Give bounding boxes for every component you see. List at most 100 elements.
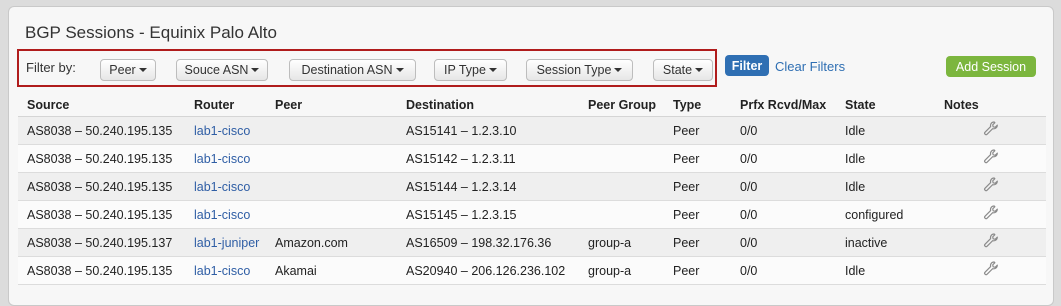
- column-header-peer[interactable]: Peer: [266, 94, 397, 117]
- cell-prefixes: 0/0: [731, 172, 836, 201]
- peer-filter-label: Peer: [109, 63, 136, 77]
- ip-type-filter-label: IP Type: [444, 63, 486, 77]
- state-filter-label: State: [662, 63, 693, 77]
- router-link[interactable]: lab1-cisco: [194, 180, 250, 194]
- cell-router: lab1-juniper: [185, 228, 266, 257]
- cell-state: inactive: [836, 228, 935, 257]
- cell-type: Peer: [664, 228, 731, 257]
- cell-state: configured: [836, 200, 935, 229]
- wrench-icon[interactable]: [982, 148, 1000, 166]
- cell-notes: [935, 172, 1046, 201]
- column-header-router[interactable]: Router: [185, 94, 266, 117]
- cell-destination: AS16509 – 198.32.176.36: [397, 228, 579, 257]
- cell-state: Idle: [836, 116, 935, 145]
- cell-state: Idle: [836, 144, 935, 173]
- cell-peer-group: group-a: [579, 256, 664, 285]
- cell-peer: Amazon.com: [266, 228, 397, 257]
- cell-peer: [266, 116, 397, 145]
- cell-source: AS8038 – 50.240.195.135: [18, 256, 185, 285]
- table-row: AS8038 – 50.240.195.135 lab1-cisco AS15142…: [18, 144, 1046, 173]
- column-header-source[interactable]: Source: [18, 94, 185, 117]
- cell-prefixes: 0/0: [731, 144, 836, 173]
- cell-source: AS8038 – 50.240.195.135: [18, 200, 185, 229]
- cell-type: Peer: [664, 256, 731, 285]
- cell-peer: Akamai: [266, 256, 397, 285]
- peer-filter-dropdown[interactable]: Peer: [100, 59, 156, 81]
- clear-filters-link[interactable]: Clear Filters: [775, 59, 845, 74]
- column-header-prefixes[interactable]: Prfx Rcvd/Max: [731, 94, 836, 117]
- cell-destination: AS20940 – 206.126.236.102: [397, 256, 579, 285]
- wrench-icon[interactable]: [982, 120, 1000, 138]
- cell-destination: AS15144 – 1.2.3.14: [397, 172, 579, 201]
- table-header-row: Source Router Peer Destination Peer Grou…: [18, 94, 1046, 117]
- sessions-table: Source Router Peer Destination Peer Grou…: [18, 94, 1046, 285]
- router-link[interactable]: lab1-cisco: [194, 152, 250, 166]
- cell-notes: [935, 228, 1046, 257]
- wrench-icon[interactable]: [982, 260, 1000, 278]
- caret-down-icon: [138, 68, 147, 72]
- cell-peer: [266, 172, 397, 201]
- session-type-filter-label: Session Type: [536, 63, 612, 77]
- cell-prefixes: 0/0: [731, 200, 836, 229]
- bgp-sessions-panel: BGP Sessions - Equinix Palo Alto Filter …: [8, 6, 1054, 306]
- session-type-filter-dropdown[interactable]: Session Type: [526, 59, 633, 81]
- caret-down-icon: [695, 68, 704, 72]
- cell-peer-group: [579, 116, 664, 145]
- page-title: BGP Sessions - Equinix Palo Alto: [25, 23, 277, 42]
- cell-notes: [935, 256, 1046, 285]
- filter-bar: Filter by: Peer Souce ASN Destination AS…: [17, 49, 717, 87]
- cell-router: lab1-cisco: [185, 200, 266, 229]
- state-filter-dropdown[interactable]: State: [653, 59, 713, 81]
- column-header-type[interactable]: Type: [664, 94, 731, 117]
- wrench-icon[interactable]: [982, 204, 1000, 222]
- cell-destination: AS15142 – 1.2.3.11: [397, 144, 579, 173]
- cell-notes: [935, 116, 1046, 145]
- table-row: AS8038 – 50.240.195.135 lab1-cisco AS15145…: [18, 200, 1046, 229]
- router-link[interactable]: lab1-juniper: [194, 236, 259, 250]
- destination-asn-filter-dropdown[interactable]: Destination ASN: [289, 59, 416, 81]
- cell-state: Idle: [836, 172, 935, 201]
- cell-destination: AS15145 – 1.2.3.15: [397, 200, 579, 229]
- cell-peer-group: [579, 172, 664, 201]
- destination-asn-filter-label: Destination ASN: [301, 63, 393, 77]
- cell-type: Peer: [664, 200, 731, 229]
- router-link[interactable]: lab1-cisco: [194, 208, 250, 222]
- table-row: AS8038 – 50.240.195.135 lab1-cisco AS15141…: [18, 116, 1046, 145]
- add-session-button[interactable]: Add Session: [946, 56, 1036, 77]
- cell-prefixes: 0/0: [731, 256, 836, 285]
- cell-peer: [266, 144, 397, 173]
- caret-down-icon: [251, 68, 260, 72]
- cell-source: AS8038 – 50.240.195.135: [18, 172, 185, 201]
- wrench-icon[interactable]: [982, 232, 1000, 250]
- cell-prefixes: 0/0: [731, 228, 836, 257]
- filter-by-label: Filter by:: [26, 60, 76, 75]
- cell-peer-group: group-a: [579, 228, 664, 257]
- router-link[interactable]: lab1-cisco: [194, 124, 250, 138]
- cell-router: lab1-cisco: [185, 172, 266, 201]
- column-header-notes: Notes: [935, 94, 1046, 117]
- cell-prefixes: 0/0: [731, 116, 836, 145]
- cell-type: Peer: [664, 144, 731, 173]
- cell-router: lab1-cisco: [185, 144, 266, 173]
- cell-peer: [266, 200, 397, 229]
- cell-state: Idle: [836, 256, 935, 285]
- column-header-state[interactable]: State: [836, 94, 935, 117]
- filter-button[interactable]: Filter: [725, 55, 769, 76]
- column-header-peer-group[interactable]: Peer Group: [579, 94, 664, 117]
- cell-source: AS8038 – 50.240.195.135: [18, 144, 185, 173]
- cell-type: Peer: [664, 172, 731, 201]
- caret-down-icon: [614, 68, 623, 72]
- cell-notes: [935, 144, 1046, 173]
- router-link[interactable]: lab1-cisco: [194, 264, 250, 278]
- column-header-destination[interactable]: Destination: [397, 94, 579, 117]
- caret-down-icon: [395, 68, 404, 72]
- cell-router: lab1-cisco: [185, 256, 266, 285]
- table-row: AS8038 – 50.240.195.137 lab1-juniper Amazo…: [18, 228, 1046, 257]
- source-asn-filter-dropdown[interactable]: Souce ASN: [176, 59, 268, 81]
- ip-type-filter-dropdown[interactable]: IP Type: [434, 59, 507, 81]
- table-row: AS8038 – 50.240.195.135 lab1-cisco AS15144…: [18, 172, 1046, 201]
- cell-notes: [935, 200, 1046, 229]
- wrench-icon[interactable]: [982, 176, 1000, 194]
- table-row: AS8038 – 50.240.195.135 lab1-cisco Akamai A…: [18, 256, 1046, 285]
- cell-destination: AS15141 – 1.2.3.10: [397, 116, 579, 145]
